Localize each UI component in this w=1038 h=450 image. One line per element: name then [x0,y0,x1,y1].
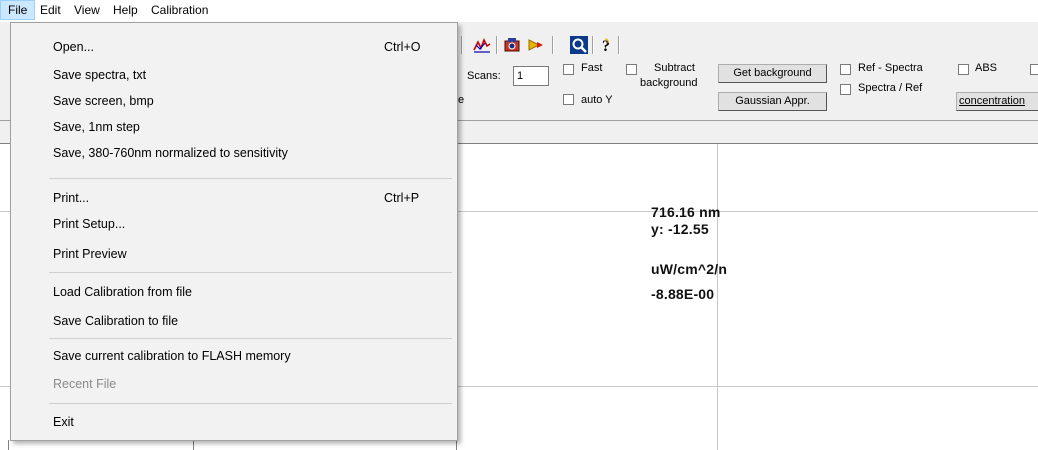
toolbar-separator [552,36,554,54]
subtract-background-checkbox[interactable] [626,64,637,75]
menu-item-print-preview[interactable]: Print Preview [11,242,457,266]
menu-edit[interactable]: Edit [33,0,68,20]
toolbar-separator [592,36,594,54]
auto-y-label: auto Y [581,94,613,106]
menu-item-save-calibration[interactable]: Save Calibration to file [11,309,457,333]
menu-bar: File Edit View Help Calibration [0,0,1038,22]
subtract-label: Subtract [654,62,695,74]
menu-item-save-spectra[interactable]: Save spectra, txt [11,63,457,87]
menu-item-save-normalized[interactable]: Save, 380-760nm normalized to sensitivit… [11,141,457,165]
abs-checkbox[interactable] [958,64,969,75]
menu-separator [49,403,452,404]
ref-spectra-checkbox[interactable] [840,64,851,75]
menu-item-save-screen[interactable]: Save screen, bmp [11,89,457,113]
menu-item-open[interactable]: Open... Ctrl+O [11,35,457,59]
toolbar-separator [496,36,498,54]
grid-line-vertical [717,144,718,450]
menu-item-exit[interactable]: Exit [11,410,457,434]
menu-item-shortcut: Ctrl+P [384,191,420,205]
menu-calibration[interactable]: Calibration [144,0,215,20]
menu-item-label: Save screen, bmp [53,94,154,108]
menu-item-label: Open... [53,40,94,54]
wavelength-readout: 716.16 nm [651,204,721,220]
menu-separator [49,272,452,273]
background-label: background [640,77,698,89]
toolbar-separator [461,36,463,54]
spectra-ref-label: Spectra / Ref [858,82,923,94]
menu-item-label: Print Setup... [53,217,126,231]
scans-label: Scans: [467,70,501,82]
menu-help[interactable]: Help [106,0,145,20]
menu-item-label: Save spectra, txt [53,68,147,82]
menu-item-print[interactable]: Print... Ctrl+P [11,186,457,210]
menu-item-label: Save Calibration to file [53,314,179,328]
toolbar-separator [618,36,620,54]
camera-icon[interactable] [503,36,521,54]
menu-item-label: Recent File [53,377,117,391]
spectrum-icon[interactable] [473,36,491,54]
menu-item-label: Print... [53,191,90,205]
fast-label: Fast [581,62,603,74]
value-readout: -8.88E-00 [651,286,715,302]
truncated-label: e [458,94,465,106]
menu-item-recent-file: Recent File [11,372,457,396]
menu-view[interactable]: View [67,0,107,20]
concentration-button[interactable]: concentration [956,92,1038,111]
menu-file[interactable]: File [0,0,36,20]
menu-item-label: Save, 380-760nm normalized to sensitivit… [53,146,288,160]
menu-separator [49,338,452,339]
menu-item-label: Load Calibration from file [53,285,192,299]
cut-checkbox[interactable] [1030,64,1038,75]
fast-checkbox[interactable] [563,64,574,75]
menu-item-label: Exit [53,415,74,429]
menu-item-label: Save current calibration to FLASH memory [53,349,291,363]
menu-item-label: Save, 1nm step [53,120,140,134]
unit-readout: uW/cm^2/n [651,261,728,277]
menu-item-label: Print Preview [53,247,127,261]
file-menu-dropdown: Open... Ctrl+O Save spectra, txt Save sc… [10,22,458,441]
menu-item-load-calibration[interactable]: Load Calibration from file [11,280,457,304]
svg-text:?: ? [602,38,610,54]
spectra-ref-checkbox[interactable] [840,84,851,95]
axis-tick [8,440,9,450]
concentration-label: concentration [959,95,1026,107]
axis-tick [193,440,194,450]
gaussian-appr-button[interactable]: Gaussian Appr. [718,92,827,111]
auto-y-checkbox[interactable] [563,94,574,105]
menu-item-save-flash[interactable]: Save current calibration to FLASH memory [11,344,457,368]
menu-separator [49,178,452,179]
y-readout: y: -12.55 [651,221,709,237]
arrow-icon[interactable] [527,36,545,54]
help-icon[interactable]: ? [597,36,615,54]
abs-label: ABS [975,62,998,74]
menu-item-print-setup[interactable]: Print Setup... [11,212,457,236]
menu-item-save-1nm[interactable]: Save, 1nm step [11,115,457,139]
zoom-icon[interactable] [570,36,588,54]
menu-item-shortcut: Ctrl+O [384,40,421,54]
scans-input[interactable]: 1 [513,66,549,86]
ref-spectra-label: Ref - Spectra [858,62,923,74]
axis-tick [456,440,457,450]
get-background-button[interactable]: Get background [718,64,827,83]
